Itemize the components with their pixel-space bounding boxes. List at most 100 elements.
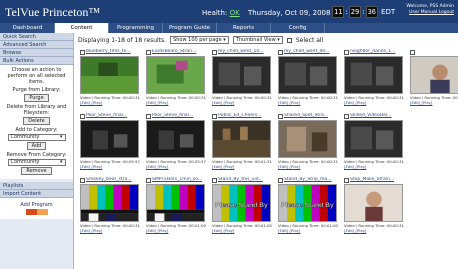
video-thumbnail[interactable] <box>344 184 403 222</box>
video-title-link[interactable]: EardsBearo_Stran... <box>152 49 196 55</box>
video-card[interactable]: my_child_went_10... Video / Running Time… <box>212 49 272 108</box>
video-select-checkbox[interactable] <box>410 49 415 55</box>
sidebar-bulk-actions[interactable]: Bulk Actions <box>0 57 73 65</box>
video-title-link[interactable]: Poor_Steve_final... <box>152 113 193 119</box>
video-thumbnail[interactable] <box>410 56 458 94</box>
video-card[interactable]: Smokey_bear_stra... Video / Running Time… <box>80 177 140 236</box>
program-icon[interactable] <box>25 209 48 215</box>
add-button[interactable]: Add <box>26 142 47 150</box>
edit-play-links[interactable]: [Edit] [Play] <box>344 228 403 233</box>
video-title-link[interactable]: neighbor_dance_1... <box>350 49 395 55</box>
video-title-link[interactable]: Public_Ed_Cheers... <box>218 113 262 119</box>
video-title-link[interactable]: SMPTEBars_1min_so... <box>152 177 202 183</box>
sidebar-advanced-search[interactable]: Advanced Search <box>0 41 73 49</box>
video-card[interactable]: my_child_went_40... Video / Running Time… <box>278 49 338 108</box>
video-title-link[interactable]: Shared_Spot_Stra... <box>284 113 328 119</box>
edit-play-links[interactable]: [Edit] [Play] <box>212 228 271 233</box>
video-select-checkbox[interactable] <box>278 49 283 55</box>
video-select-checkbox[interactable] <box>278 113 283 119</box>
video-select-checkbox[interactable] <box>80 49 85 55</box>
video-thumbnail[interactable] <box>212 56 271 94</box>
add-category-select[interactable]: Community ▾ <box>7 134 66 141</box>
tab-programming[interactable]: Programming <box>109 23 163 33</box>
tab-dashboard[interactable]: Dashboard <box>1 23 55 33</box>
video-select-checkbox[interactable] <box>344 49 349 55</box>
tab-config[interactable]: Config <box>271 23 325 33</box>
add-program-link[interactable]: Add Program <box>3 202 70 208</box>
video-thumbnail[interactable] <box>80 56 139 94</box>
video-card[interactable]: EardsBearo_Stran... Video / Running Time… <box>146 49 206 108</box>
edit-play-links[interactable]: [Edit] [Play] <box>146 228 205 233</box>
per-page-select[interactable]: Show 100 per page ▾ <box>170 36 229 44</box>
health-ok-link[interactable]: OK <box>230 9 240 17</box>
delete-button[interactable]: Delete <box>23 117 50 125</box>
video-select-checkbox[interactable] <box>146 113 151 119</box>
video-thumbnail[interactable] <box>146 120 205 158</box>
video-card[interactable]: Shared_Spot_Stra... Video / Running Time… <box>278 113 338 172</box>
video-thumbnail[interactable] <box>80 120 139 158</box>
video-thumbnail[interactable]: Please Stand By <box>212 184 271 222</box>
sidebar-import-content[interactable]: Import Content <box>0 190 73 198</box>
edit-play-links[interactable]: [Edit] [Play] <box>146 164 205 169</box>
video-select-checkbox[interactable] <box>146 177 151 183</box>
video-title-link[interactable]: my_child_went_10... <box>218 49 264 55</box>
video-thumbnail[interactable] <box>80 184 139 222</box>
video-title-link[interactable]: Smokey_bear_stra... <box>86 177 132 183</box>
edit-play-links[interactable]: [Edit] [Play] <box>278 100 337 105</box>
video-title-link[interactable]: Skilled_VideoDel... <box>350 113 391 119</box>
sidebar-quick-search[interactable]: Quick Search <box>0 33 73 41</box>
user-manual-logout-link[interactable]: User Manual Logout <box>406 10 454 16</box>
video-title-link[interactable]: Stop_Make_Strain... <box>350 177 394 183</box>
video-thumbnail[interactable]: Please Stand By <box>278 184 337 222</box>
edit-play-links[interactable]: [Edit] [Play] <box>278 164 337 169</box>
edit-play-links[interactable]: [Edit] [Play] <box>80 164 139 169</box>
tab-reports[interactable]: Reports <box>217 23 271 33</box>
video-card[interactable]: Stand_By_this_vid... Please Stand By Vid… <box>212 177 272 236</box>
edit-play-links[interactable]: [Edit] [Play] <box>80 228 139 233</box>
video-card[interactable]: Poor_Steve_final... Video / Running Time… <box>80 113 140 172</box>
edit-play-links[interactable]: [Edit] [Play] <box>212 100 271 105</box>
tab-program-guide[interactable]: Program Guide <box>163 23 217 33</box>
edit-play-links[interactable]: [Edit] [Play] <box>212 164 271 169</box>
video-thumbnail[interactable] <box>344 120 403 158</box>
sidebar-playlists[interactable]: Playlists <box>0 182 73 190</box>
video-title-link[interactable]: my_child_went_40... <box>284 49 330 55</box>
video-thumbnail[interactable] <box>212 120 271 158</box>
video-select-checkbox[interactable] <box>344 113 349 119</box>
edit-play-links[interactable]: [Edit] [Play] <box>146 100 205 105</box>
video-select-checkbox[interactable] <box>212 49 217 55</box>
video-thumbnail[interactable] <box>278 56 337 94</box>
video-select-checkbox[interactable] <box>80 177 85 183</box>
video-select-checkbox[interactable] <box>278 177 283 183</box>
video-thumbnail[interactable] <box>146 56 205 94</box>
video-title-link[interactable]: blueberry_tmls_to... <box>86 49 131 55</box>
edit-play-links[interactable]: [Edit] [Play] <box>344 100 403 105</box>
video-select-checkbox[interactable] <box>80 113 85 119</box>
video-card[interactable]: SMPTEBars_1min_so... Video / Running Tim… <box>146 177 206 236</box>
video-title-link[interactable]: Stand_By_Strip_mo... <box>284 177 332 183</box>
video-title-link[interactable]: Stand_By_this_vid... <box>218 177 263 183</box>
select-all-checkbox[interactable] <box>286 37 292 43</box>
remove-button[interactable]: Remove <box>21 167 52 175</box>
video-title-link[interactable]: Poor_Steve_final... <box>86 113 127 119</box>
video-select-checkbox[interactable] <box>212 113 217 119</box>
tab-content[interactable]: Content <box>55 23 109 33</box>
purge-button[interactable]: Purge <box>24 94 49 102</box>
edit-play-links[interactable]: [Edit] [Play] <box>278 228 337 233</box>
video-card[interactable]: Stop_Make_Strain... Video / Running Time… <box>344 177 404 236</box>
edit-play-links[interactable]: [Edit] [Play] <box>410 100 458 105</box>
video-card[interactable]: neighbor_dance_1... Video / Running Time… <box>344 49 404 108</box>
video-select-checkbox[interactable] <box>146 49 151 55</box>
sidebar-browse[interactable]: Browse <box>0 49 73 57</box>
video-select-checkbox[interactable] <box>212 177 217 183</box>
video-thumbnail[interactable] <box>146 184 205 222</box>
video-card[interactable]: Public_Ed_Cheers... Video / Running Time… <box>212 113 272 172</box>
video-thumbnail[interactable] <box>278 120 337 158</box>
video-card[interactable]: Video / Running Time: 00:00:31 [Edit] [P… <box>410 49 458 108</box>
edit-play-links[interactable]: [Edit] [Play] <box>80 100 139 105</box>
video-card[interactable]: Skilled_VideoDel... Video / Running Time… <box>344 113 404 172</box>
edit-play-links[interactable]: [Edit] [Play] <box>344 164 403 169</box>
video-card[interactable]: Stand_By_Strip_mo... Please Stand By Vid… <box>278 177 338 236</box>
video-thumbnail[interactable] <box>344 56 403 94</box>
video-card[interactable]: Poor_Steve_final... Video / Running Time… <box>146 113 206 172</box>
